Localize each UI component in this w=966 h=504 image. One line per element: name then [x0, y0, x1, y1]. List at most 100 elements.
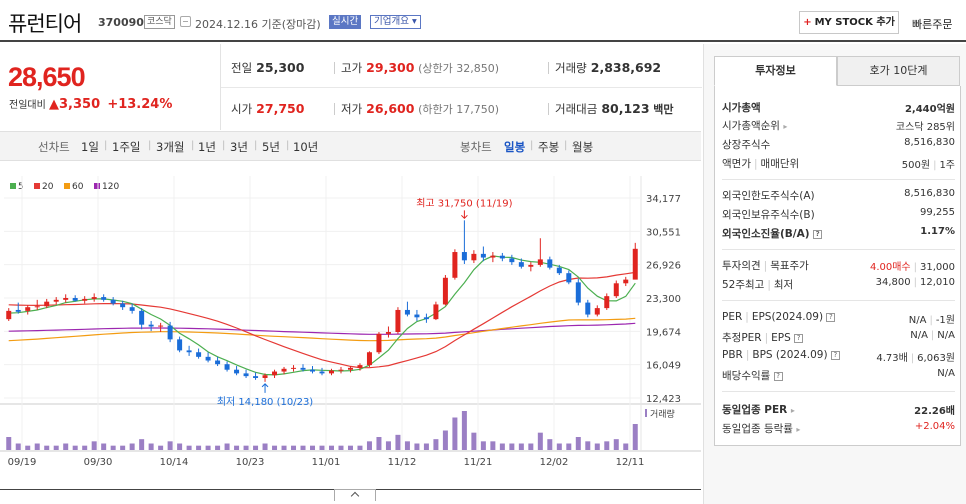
x-tick-label: 11/01 — [312, 457, 341, 468]
ma-20-line — [8, 271, 636, 369]
x-tick-label: 09/19 — [8, 457, 37, 468]
volume-bar — [442, 430, 448, 450]
sector-per-label-text: 동일업종 PER — [722, 404, 788, 416]
est-eps-value: N/A — [937, 330, 955, 341]
volume-bar — [148, 443, 154, 450]
volume-bar — [480, 441, 486, 450]
candle-weekly[interactable]: 주봉 — [538, 139, 559, 155]
candle-body — [528, 264, 534, 267]
pbr-value: 4.73배 — [876, 353, 908, 364]
tab-order-book[interactable]: 호가 10단계 — [837, 56, 960, 86]
volume-value: 2,838,692 — [590, 60, 662, 75]
range-1d[interactable]: 1일 — [81, 139, 99, 155]
candle-chart-label[interactable]: 봉차트 — [460, 139, 492, 155]
price-chart[interactable]: 5 20 60 120 34,177 30,551 26,926 23,300 19,674 16… — [0, 176, 701, 488]
volume-label: 거래량 — [650, 408, 675, 420]
candle-body — [319, 371, 325, 374]
help-icon[interactable]: ? — [830, 351, 840, 360]
candle-monthly[interactable]: 월봉 — [572, 139, 593, 155]
volume-bar — [499, 443, 505, 450]
volume-bar — [376, 437, 382, 450]
y-tick-label: 30,551 — [646, 227, 681, 238]
sector-rate-label[interactable]: 동일업종 등락률 ▸ — [722, 421, 800, 436]
info-row-est-per: 추정PER | EPS ? N/A | N/A — [722, 330, 955, 348]
tab-investment-info[interactable]: 투자정보 — [714, 56, 837, 86]
help-icon[interactable]: ? — [826, 313, 836, 322]
volume-bar — [53, 445, 59, 450]
line-chart-label[interactable]: 선차트 — [38, 139, 70, 155]
divider: | — [564, 140, 568, 151]
help-icon[interactable]: ? — [794, 334, 804, 343]
range-3y[interactable]: 3년 — [230, 139, 248, 155]
mktrank-label[interactable]: 시가총액순위 ▸ — [722, 118, 787, 133]
candle-body — [281, 368, 287, 372]
bps-value: 6,063원 — [917, 353, 955, 364]
candle-body — [461, 252, 467, 261]
company-overview-dropdown[interactable]: 기업개요 ▾ — [370, 15, 421, 29]
candle-body — [328, 370, 334, 374]
candle-body — [167, 325, 173, 340]
candle-body — [291, 367, 297, 369]
ma-60-line — [8, 317, 636, 342]
info-row-foreign-limit: 외국인한도주식수(A) 8,516,830 — [722, 188, 955, 206]
trade-amount: 거래대금 80,123 백만 — [555, 101, 673, 117]
pbr-values: 4.73배 | 6,063원 — [876, 349, 955, 364]
candle-daily[interactable]: 일봉 — [504, 139, 525, 155]
candle-body — [423, 317, 429, 320]
shares-value: 8,516,830 — [904, 137, 955, 148]
range-5y[interactable]: 5년 — [262, 139, 280, 155]
chevron-right-icon: ▸ — [790, 406, 795, 415]
par-value: 500원 — [901, 160, 931, 171]
est-per-label: 추정PER — [722, 332, 762, 344]
volume-bar — [528, 443, 534, 450]
candle-body — [613, 283, 619, 297]
range-3m[interactable]: 3개월 — [156, 139, 184, 155]
volume-bar — [452, 417, 458, 450]
sector-per-label[interactable]: 동일업종 PER ▸ — [722, 402, 795, 417]
ma-5-line — [8, 255, 636, 376]
foreign-hold-value: 99,255 — [920, 207, 955, 218]
quick-order-link[interactable]: 빠른주문 — [912, 16, 952, 32]
pbr-labels: PBR | BPS (2024.09) ? — [722, 349, 840, 361]
volume-bar — [632, 424, 638, 450]
volume-bar — [537, 432, 543, 450]
opinion-labels: 투자의견 | 목표주가 — [722, 258, 809, 273]
volume-label: 거래량 — [555, 61, 587, 75]
price-panel: 28,650 전일대비 ▲3,350 +13.24% 전일 25,300 고가 29… — [0, 44, 702, 130]
candlestick-chart[interactable]: 5 20 60 120 34,177 30,551 26,926 23,300 19,674 16… — [0, 176, 701, 488]
dividend-label-text: 배당수익률 — [722, 370, 771, 382]
volume-bar — [72, 445, 78, 450]
volume-bar — [556, 443, 562, 450]
mktrank-label-text: 시가총액순위 — [722, 120, 780, 132]
volume-bar — [613, 439, 619, 450]
calendar-icon — [180, 16, 191, 27]
help-icon[interactable]: ? — [813, 230, 823, 239]
volume-bar — [91, 441, 97, 450]
candle-body — [196, 352, 202, 357]
legend-swatch-60 — [64, 183, 70, 189]
current-price: 28,650 — [8, 62, 86, 92]
candle-body — [490, 255, 496, 258]
realtime-button[interactable]: 실시간 — [329, 15, 362, 29]
par-labels: 액면가 | 매매단위 — [722, 156, 799, 171]
collapse-chart-button[interactable] — [334, 489, 376, 501]
info-row-sector-per: 동일업종 PER ▸ 22.26배 — [722, 402, 955, 420]
range-1w[interactable]: 1주일 — [112, 139, 140, 155]
add-my-stock-button[interactable]: + MY STOCK 추가 — [799, 11, 899, 34]
help-icon[interactable]: ? — [773, 372, 783, 381]
volume-bar — [357, 445, 363, 450]
est-per-value: N/A — [910, 330, 928, 341]
divider: | — [763, 260, 768, 272]
candle-body — [385, 332, 391, 334]
info-tabs: 투자정보 호가 10단계 — [714, 56, 961, 86]
x-tick-label: 11/21 — [464, 457, 493, 468]
range-10y[interactable]: 10년 — [293, 139, 318, 155]
volume-bar — [110, 445, 116, 450]
range-1y[interactable]: 1년 — [198, 139, 216, 155]
w52-labels: 52주최고 | 최저 — [722, 277, 793, 292]
candle-body — [53, 299, 59, 302]
volume-bar — [205, 445, 211, 450]
up-triangle-icon: ▲ — [49, 97, 59, 112]
chevron-down-icon: ▾ — [408, 16, 417, 27]
divider — [722, 249, 955, 250]
